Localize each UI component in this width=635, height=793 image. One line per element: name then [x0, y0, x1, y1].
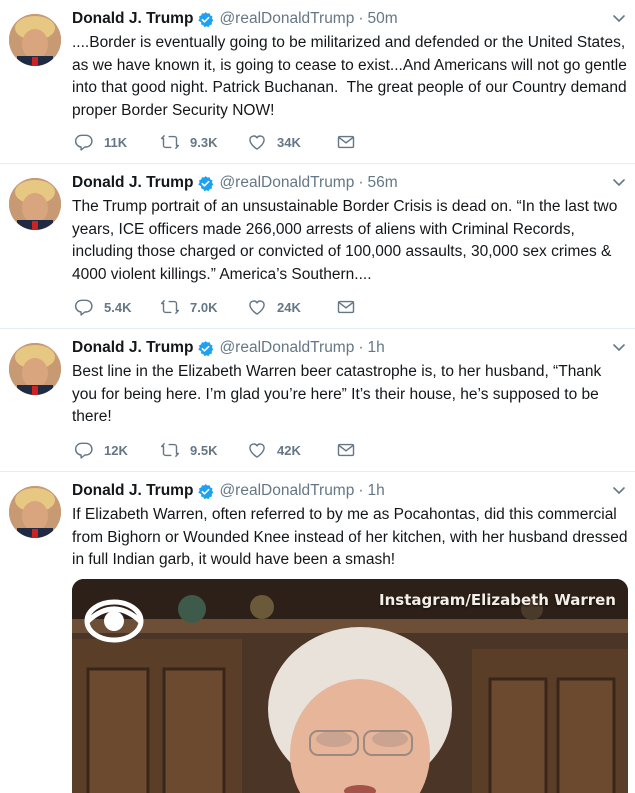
reply-icon — [74, 134, 93, 151]
envelope-icon — [337, 443, 355, 457]
direct-message-button[interactable] — [336, 297, 356, 317]
author-name[interactable]: Donald J. Trump — [72, 339, 193, 357]
avatar[interactable] — [9, 14, 61, 66]
avatar[interactable] — [9, 178, 61, 230]
author-handle[interactable]: @realDonaldTrump — [219, 339, 354, 357]
separator: · — [358, 174, 364, 191]
tweet-header: Donald J. Trump @realDonaldTrump · 56m — [72, 172, 398, 194]
like-button[interactable]: 42K — [247, 440, 336, 460]
tweet-header: Donald J. Trump @realDonaldTrump · 1h — [72, 337, 385, 359]
retweet-count: 7.0K — [190, 299, 218, 315]
tweet-header: Donald J. Trump @realDonaldTrump · 1h — [72, 480, 385, 502]
reply-icon — [74, 442, 93, 459]
author-name[interactable]: Donald J. Trump — [72, 174, 193, 192]
separator: · — [358, 339, 364, 356]
video-thumbnail[interactable]: Instagram/Elizabeth Warren — [72, 579, 628, 793]
verified-badge-icon — [197, 483, 214, 500]
tweet-header: Donald J. Trump @realDonaldTrump · 50m — [72, 8, 398, 30]
avatar[interactable] — [9, 343, 61, 395]
tweet-text: Best line in the Elizabeth Warren beer c… — [72, 363, 606, 425]
retweet-icon — [160, 135, 180, 149]
direct-message-button[interactable] — [336, 440, 356, 460]
like-count: 42K — [277, 442, 301, 458]
reply-count: 11K — [104, 134, 128, 150]
author-name[interactable]: Donald J. Trump — [72, 482, 193, 500]
verified-badge-icon — [197, 175, 214, 192]
author-handle[interactable]: @realDonaldTrump — [219, 174, 354, 192]
like-count: 24K — [277, 299, 301, 315]
media-credit: Instagram/Elizabeth Warren — [379, 591, 616, 609]
timestamp[interactable]: 1h — [368, 339, 385, 357]
chevron-down-icon[interactable] — [611, 482, 627, 498]
heart-icon — [249, 443, 265, 458]
tweet-text: ....Border is eventually going to be mil… — [72, 34, 632, 119]
separator: · — [358, 482, 364, 499]
reply-button[interactable]: 11K — [74, 132, 160, 152]
chevron-down-icon[interactable] — [611, 174, 627, 190]
separator: · — [358, 10, 364, 27]
reply-count: 5.4K — [104, 299, 132, 315]
author-name[interactable]: Donald J. Trump — [72, 10, 193, 28]
tweet-text: If Elizabeth Warren, often referred to b… — [72, 506, 632, 568]
author-handle[interactable]: @realDonaldTrump — [219, 482, 354, 500]
verified-badge-icon — [197, 340, 214, 357]
tweet[interactable]: Donald J. Trump @realDonaldTrump · 56m T… — [0, 164, 635, 329]
timestamp[interactable]: 1h — [368, 482, 385, 500]
reply-button[interactable]: 5.4K — [74, 297, 160, 317]
like-count: 34K — [277, 134, 301, 150]
retweet-count: 9.5K — [190, 442, 218, 458]
verified-badge-icon — [197, 11, 214, 28]
retweet-button[interactable]: 9.3K — [160, 132, 247, 152]
retweet-count: 9.3K — [190, 134, 218, 150]
avatar[interactable] — [9, 486, 61, 538]
heart-icon — [249, 135, 265, 150]
author-handle[interactable]: @realDonaldTrump — [219, 10, 354, 28]
timestamp[interactable]: 50m — [368, 10, 398, 28]
timestamp[interactable]: 56m — [368, 174, 398, 192]
chevron-down-icon[interactable] — [611, 339, 627, 355]
tweet[interactable]: Donald J. Trump @realDonaldTrump · 50m .… — [0, 0, 635, 164]
tweet[interactable]: Donald J. Trump @realDonaldTrump · 1h Be… — [0, 329, 635, 472]
direct-message-button[interactable] — [336, 132, 356, 152]
action-bar: 11K 9.3K 34K — [74, 131, 356, 153]
envelope-icon — [337, 135, 355, 149]
like-button[interactable]: 34K — [247, 132, 336, 152]
retweet-icon — [160, 300, 180, 314]
retweet-icon — [160, 443, 180, 457]
tweet[interactable]: Donald J. Trump @realDonaldTrump · 1h If… — [0, 472, 635, 793]
like-button[interactable]: 24K — [247, 297, 336, 317]
reply-icon — [74, 299, 93, 316]
timeline: Donald J. Trump @realDonaldTrump · 50m .… — [0, 0, 635, 793]
tweet-text: The Trump portrait of an unsustainable B… — [72, 198, 622, 283]
chevron-down-icon[interactable] — [611, 10, 627, 26]
video-frame — [72, 579, 628, 793]
action-bar: 12K 9.5K 42K — [74, 439, 356, 461]
cbs-eye-icon — [84, 599, 144, 648]
heart-icon — [249, 300, 265, 315]
action-bar: 5.4K 7.0K 24K — [74, 296, 356, 318]
retweet-button[interactable]: 7.0K — [160, 297, 247, 317]
retweet-button[interactable]: 9.5K — [160, 440, 247, 460]
reply-button[interactable]: 12K — [74, 440, 160, 460]
reply-count: 12K — [104, 442, 128, 458]
envelope-icon — [337, 300, 355, 314]
